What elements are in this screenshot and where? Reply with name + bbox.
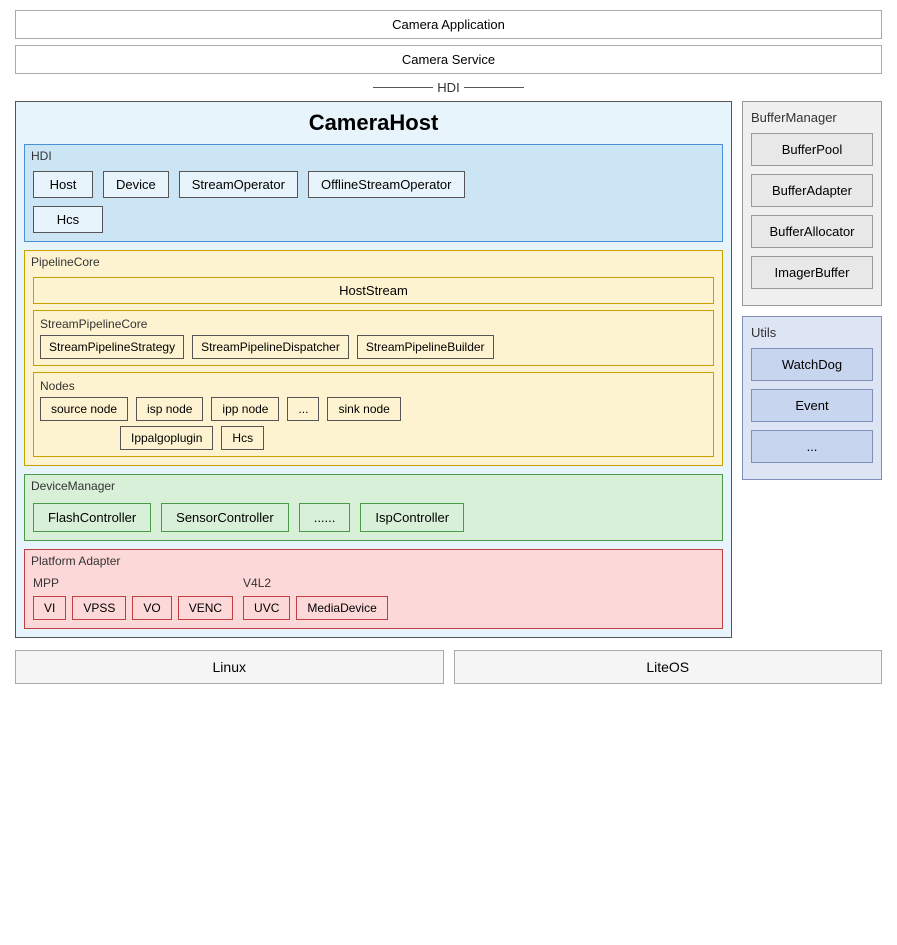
- stream-pipeline-core-box: StreamPipelineCore StreamPipelineStrateg…: [33, 310, 714, 366]
- linux-label: Linux: [213, 659, 246, 675]
- watchdog: WatchDog: [751, 348, 873, 381]
- camera-host-box: CameraHost HDI Host Device StreamOperato…: [15, 101, 732, 638]
- nodes-row: source node isp node ipp node ...: [40, 397, 707, 421]
- sink-node: sink node: [327, 397, 400, 421]
- platform-adapter-box: Platform Adapter MPP VI VPSS: [24, 549, 723, 629]
- nodes-hcs: Hcs: [221, 426, 264, 450]
- camera-service-label: Camera Service: [402, 52, 495, 67]
- stream-pipeline-strategy: StreamPipelineStrategy: [40, 335, 184, 359]
- stream-pipeline-dispatcher: StreamPipelineDispatcher: [192, 335, 349, 359]
- buffer-pool: BufferPool: [751, 133, 873, 166]
- media-device: MediaDevice: [296, 596, 387, 620]
- mpp-group: MPP VI VPSS VO: [33, 576, 233, 620]
- uvc: UVC: [243, 596, 290, 620]
- pipeline-core-box: PipelineCore HostStream StreamPipelineCo…: [24, 250, 723, 466]
- liteos-label: LiteOS: [646, 659, 689, 675]
- sensor-controller: SensorController: [161, 503, 289, 532]
- hdi-items-row: Host Device StreamOperator OfflineStream…: [33, 171, 714, 198]
- camera-application-label: Camera Application: [392, 17, 505, 32]
- linux-box: Linux: [15, 650, 444, 684]
- hdi-offline-stream-operator: OfflineStreamOperator: [308, 171, 465, 198]
- venc: VENC: [178, 596, 233, 620]
- imager-buffer: ImagerBuffer: [751, 256, 873, 289]
- main-content-row: CameraHost HDI Host Device StreamOperato…: [15, 101, 882, 638]
- ipp-node: ipp node: [211, 397, 279, 421]
- device-ellipsis: ......: [299, 503, 351, 532]
- pipeline-content: HostStream StreamPipelineCore StreamPipe…: [33, 277, 714, 457]
- buffer-allocator: BufferAllocator: [751, 215, 873, 248]
- device-manager-box: DeviceManager FlashController SensorCont…: [24, 474, 723, 541]
- mpp-items-row: VI VPSS VO VENC: [33, 596, 233, 620]
- camera-service-box: Camera Service: [15, 45, 882, 74]
- nodes-label: Nodes: [40, 379, 707, 393]
- stream-pipeline-core-label: StreamPipelineCore: [40, 317, 707, 331]
- isp-node: isp node: [136, 397, 203, 421]
- isp-controller: IspController: [360, 503, 464, 532]
- v4l2-group: V4L2 UVC MediaDevice: [243, 576, 388, 620]
- utils-section: Utils WatchDog Event ...: [742, 316, 882, 480]
- vpss: VPSS: [72, 596, 126, 620]
- hdi-hcs: Hcs: [33, 206, 103, 233]
- platform-adapter-label: Platform Adapter: [31, 554, 120, 568]
- buffer-manager-title: BufferManager: [751, 110, 873, 125]
- left-panel: CameraHost HDI Host Device StreamOperato…: [15, 101, 732, 638]
- event: Event: [751, 389, 873, 422]
- camera-host-title: CameraHost: [24, 110, 723, 136]
- hdi-host: Host: [33, 171, 93, 198]
- mpp-label: MPP: [33, 576, 233, 590]
- hdi-stream-operator: StreamOperator: [179, 171, 298, 198]
- host-stream-box: HostStream: [33, 277, 714, 304]
- buffer-adapter: BufferAdapter: [751, 174, 873, 207]
- device-manager-label: DeviceManager: [31, 479, 115, 493]
- hdi-connector-label: HDI: [15, 80, 882, 95]
- right-panel: BufferManager BufferPool BufferAdapter B…: [742, 101, 882, 638]
- utils-ellipsis: ...: [751, 430, 873, 463]
- utils-title: Utils: [751, 325, 873, 340]
- v4l2-items-row: UVC MediaDevice: [243, 596, 388, 620]
- vo: VO: [132, 596, 171, 620]
- device-items-row: FlashController SensorController ...... …: [33, 503, 714, 532]
- nodes-box: Nodes source node isp node ipp node: [33, 372, 714, 457]
- nodes-sub-row: Ippalgoplugin Hcs: [120, 426, 707, 450]
- hdi-device: Device: [103, 171, 169, 198]
- platform-content: MPP VI VPSS VO: [33, 576, 714, 620]
- source-node: source node: [40, 397, 128, 421]
- ippalgoplugin: Ippalgoplugin: [120, 426, 213, 450]
- pipeline-core-label: PipelineCore: [31, 255, 100, 269]
- buffer-manager-section: BufferManager BufferPool BufferAdapter B…: [742, 101, 882, 306]
- v4l2-label: V4L2: [243, 576, 388, 590]
- stream-items-row: StreamPipelineStrategy StreamPipelineDis…: [40, 335, 707, 359]
- hdi-inner-box: HDI Host Device StreamOperator OfflineSt…: [24, 144, 723, 242]
- liteos-box: LiteOS: [454, 650, 883, 684]
- hdi-inner-label: HDI: [31, 149, 52, 163]
- flash-controller: FlashController: [33, 503, 151, 532]
- bottom-row: Linux LiteOS: [15, 650, 882, 684]
- stream-pipeline-builder: StreamPipelineBuilder: [357, 335, 494, 359]
- camera-application-box: Camera Application: [15, 10, 882, 39]
- vi: VI: [33, 596, 66, 620]
- nodes-ellipsis: ...: [287, 397, 319, 421]
